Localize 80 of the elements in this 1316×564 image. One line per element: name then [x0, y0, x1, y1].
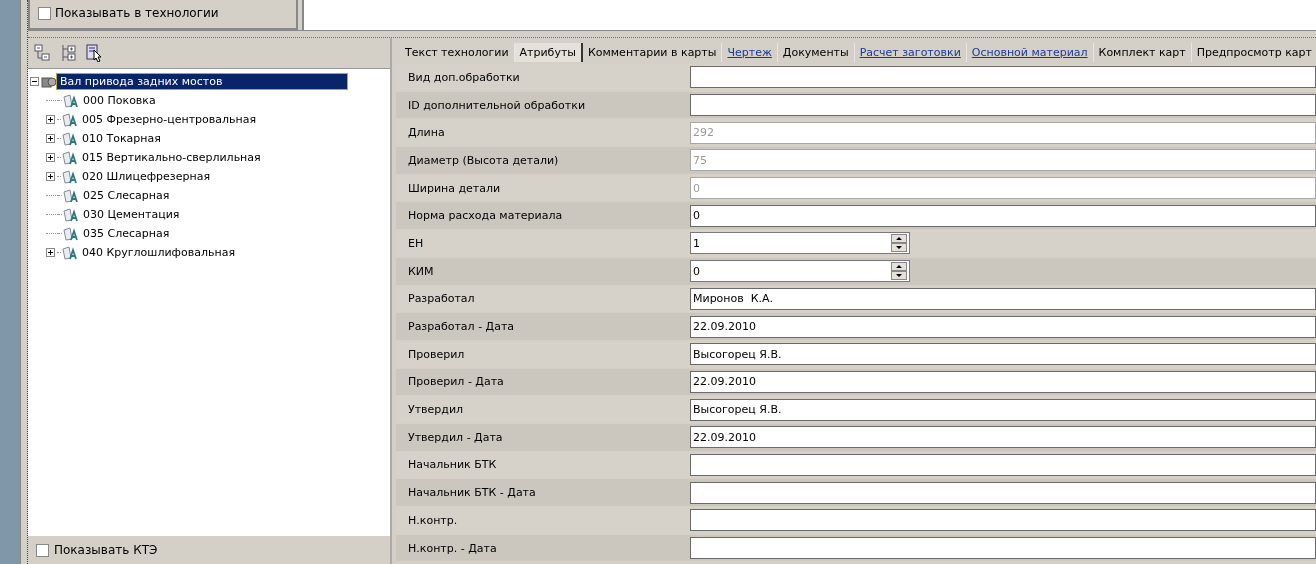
attribute-label: Норма расхода материала	[407, 209, 564, 223]
attribute-label: Утвердил	[407, 403, 465, 417]
attribute-label: ID дополнительной обработки	[407, 98, 587, 112]
tree-item[interactable]: 000 Поковка	[80, 93, 159, 108]
input-field[interactable]	[690, 509, 1316, 532]
attribute-label: Начальник БТК	[407, 458, 498, 472]
input-field[interactable]: Высогорец Я.В.	[690, 398, 1316, 421]
tab[interactable]: Атрибуты	[514, 43, 583, 62]
input-field[interactable]	[690, 94, 1316, 117]
input-field[interactable]	[690, 481, 1316, 504]
tree-item[interactable]: 015 Вертикально-сверлильная	[79, 150, 264, 165]
operation-icon	[62, 226, 80, 241]
tree-item[interactable]: Вал привода задних мостов	[57, 74, 347, 89]
vertical-splitter[interactable]	[20, 0, 28, 564]
attribute-label: ЕН	[407, 236, 425, 250]
input-field[interactable]	[690, 537, 1316, 560]
tab[interactable]: Комплект карт	[1093, 43, 1192, 62]
attribute-label: Разработал - Дата	[407, 320, 516, 334]
attribute-label: Разработал	[407, 292, 476, 306]
checkbox[interactable]	[38, 6, 51, 20]
tab-link[interactable]: Расчет заготовки	[854, 43, 967, 62]
operation-icon	[61, 169, 79, 184]
checkbox-label: Показывать в технологии	[55, 6, 219, 20]
input-field[interactable]: 22.09.2010	[690, 426, 1316, 449]
attribute-label: Диаметр (Высота детали)	[407, 153, 560, 167]
expand-toggle-icon[interactable]	[46, 153, 55, 162]
tree-item[interactable]: 025 Слесарная	[80, 188, 173, 203]
expand-toggle-icon[interactable]	[46, 248, 55, 257]
tree-item[interactable]: 010 Токарная	[79, 131, 164, 146]
spin-field[interactable]: 0	[690, 260, 910, 283]
input-field[interactable]: 22.09.2010	[690, 315, 1316, 338]
collapse-all-icon	[34, 44, 52, 62]
operation-icon	[61, 131, 79, 146]
tab[interactable]: Комментарии в карты	[583, 43, 723, 62]
tree-item[interactable]: 020 Шлицефрезерная	[79, 169, 213, 184]
operation-icon	[62, 207, 80, 222]
tab-link[interactable]: Чертеж	[722, 43, 778, 62]
spinner-arrows-icon	[891, 262, 907, 281]
checkbox[interactable]	[36, 543, 49, 557]
attribute-label: Начальник БТК - Дата	[407, 486, 537, 500]
input-field[interactable]: 22.09.2010	[690, 370, 1316, 393]
collapse-toggle-icon[interactable]	[30, 77, 39, 86]
input-field[interactable]: 0	[690, 204, 1316, 227]
tree-item[interactable]: 005 Фрезерно-центровальная	[79, 112, 260, 127]
input-field[interactable]: Высогорец Я.В.	[690, 343, 1316, 366]
tab-link[interactable]: Основной материал	[966, 43, 1094, 62]
expand-toggle-icon[interactable]	[46, 134, 55, 143]
expand-all-icon	[60, 44, 78, 62]
attribute-label: Вид доп.обработки	[407, 70, 521, 84]
attribute-label: Проверил	[407, 347, 466, 361]
operation-icon	[61, 112, 79, 127]
expand-toggle-icon[interactable]	[46, 172, 55, 181]
operation-icon	[61, 245, 79, 260]
attribute-label: Ширина детали	[407, 181, 502, 195]
attribute-label: Утвердил - Дата	[407, 430, 504, 444]
operation-icon	[62, 93, 80, 108]
input-field[interactable]	[690, 453, 1316, 476]
select-cursor-icon	[86, 44, 104, 62]
attribute-label: КИМ	[407, 264, 435, 278]
operation-icon	[62, 188, 80, 203]
tree-item[interactable]: 035 Слесарная	[80, 226, 173, 241]
horizontal-splitter[interactable]	[28, 30, 1316, 38]
attribute-label: Проверил - Дата	[407, 375, 505, 389]
operation-icon	[61, 150, 79, 165]
tab[interactable]: Документы	[777, 43, 855, 62]
tree-item[interactable]: 030 Цементация	[80, 207, 183, 222]
attribute-label: Н.контр. - Дата	[407, 541, 498, 555]
expand-toggle-icon[interactable]	[46, 115, 55, 124]
tab[interactable]: Предпросмотр карт	[1191, 43, 1316, 62]
part-icon	[41, 74, 57, 89]
spinner-arrows-icon	[891, 234, 907, 253]
input-field[interactable]: Миронов К.А.	[690, 287, 1316, 310]
input-field[interactable]	[690, 66, 1316, 89]
attribute-label: Длина	[407, 126, 446, 140]
toolbar-button[interactable]	[86, 44, 104, 62]
tree-item[interactable]: 040 Круглошлифовальная	[79, 245, 238, 260]
attribute-label: Н.контр.	[407, 513, 459, 527]
tab[interactable]: Текст технологии	[400, 43, 515, 62]
checkbox-label: Показывать КТЭ	[54, 543, 158, 557]
spin-field[interactable]: 1	[690, 232, 910, 255]
